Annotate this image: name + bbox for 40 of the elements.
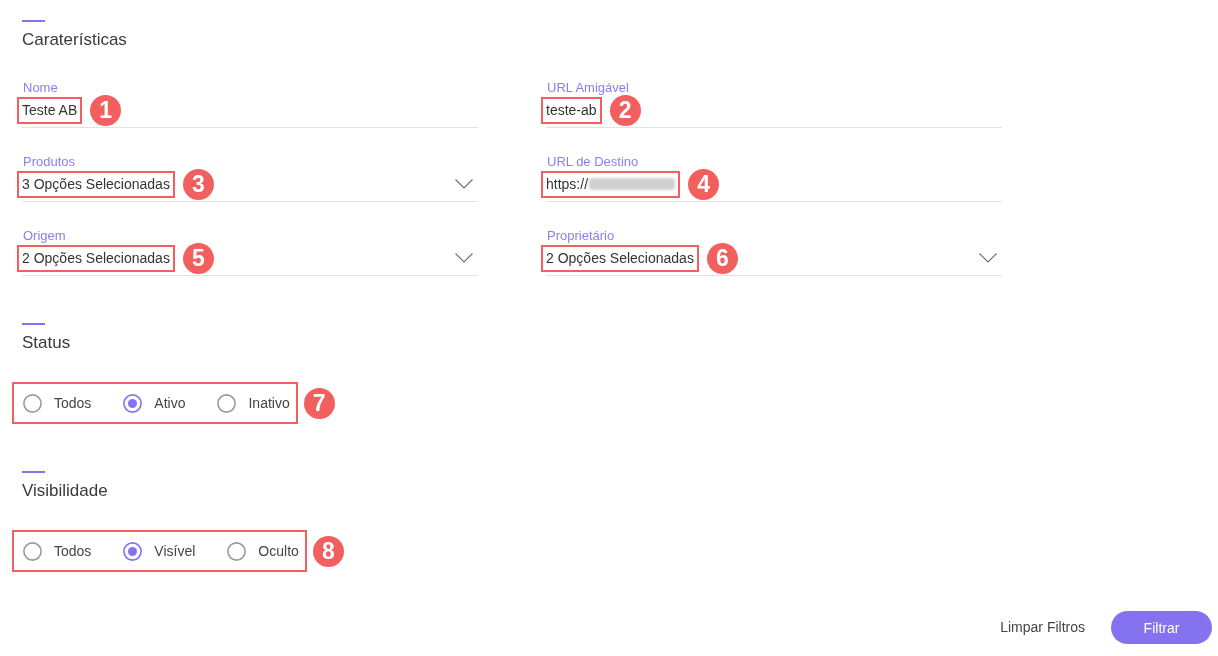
field-value: teste-ab [546, 100, 597, 120]
filter-button[interactable]: Filtrar [1111, 611, 1212, 644]
section-heading: Caraterísticas [22, 29, 127, 51]
field-label: Origem [22, 228, 66, 244]
field-label: Nome [22, 80, 58, 96]
radio-option[interactable]: Oculto [227, 541, 299, 561]
field-label: URL de Destino [546, 154, 639, 170]
number-badge: 2 [609, 94, 641, 126]
field-value: 3 Opções Selecionadas [22, 174, 170, 194]
radio-option[interactable]: Todos [23, 393, 92, 413]
number-badge: 6 [706, 242, 738, 274]
radio-option[interactable]: Inativo [217, 393, 290, 413]
field-value: Teste AB [22, 100, 78, 120]
radio-option[interactable]: Visível [123, 541, 196, 561]
field-label: Produtos [22, 154, 76, 170]
radio-option[interactable]: Todos [23, 541, 92, 561]
field-value: 2 Opções Selecionadas [22, 248, 170, 268]
chevron-down-icon [455, 253, 473, 263]
chevron-down-icon [455, 179, 473, 189]
number-badge: 4 [688, 168, 720, 200]
field-label: Proprietário [546, 228, 615, 244]
number-badge: 1 [90, 94, 122, 126]
radio-option[interactable]: Ativo [123, 393, 186, 413]
section-heading: Status [22, 332, 71, 354]
select-field[interactable]: 3 Opções Selecionadas 3 [22, 170, 478, 202]
input-field[interactable]: Teste AB 1 [22, 96, 478, 128]
number-badge: 8 [312, 535, 344, 567]
select-field[interactable]: 2 Opções Selecionadas 5 [22, 244, 478, 276]
select-field[interactable]: 2 Opções Selecionadas 6 [546, 244, 1002, 276]
number-badge: 5 [182, 242, 214, 274]
field-value: https:// [546, 174, 589, 194]
field-label: URL Amigável [546, 80, 629, 96]
clear-filters-button[interactable]: Limpar Filtros [994, 612, 1091, 643]
number-badge: 3 [182, 168, 214, 200]
input-field[interactable]: https:// 4 [546, 170, 1002, 202]
chevron-down-icon [979, 253, 997, 263]
field-value: 2 Opções Selecionadas [546, 248, 694, 268]
section-heading: Visibilidade [22, 480, 108, 502]
input-field[interactable]: teste-ab 2 [546, 96, 1002, 128]
number-badge: 7 [303, 387, 335, 419]
